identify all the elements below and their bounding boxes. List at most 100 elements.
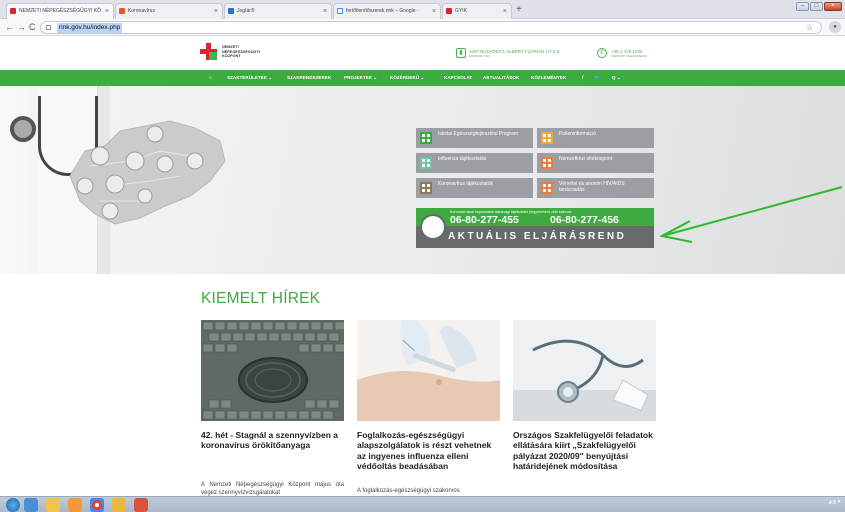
forward-button[interactable]: →: [17, 21, 26, 33]
news-title[interactable]: Foglalkozás-egészségügyi alapszolgálatok…: [357, 430, 500, 471]
nav-szakrendszerek[interactable]: SZAKRENDSZEREK: [287, 70, 331, 86]
speaker-icon[interactable]: ◢: [828, 499, 831, 504]
close-icon[interactable]: ×: [503, 4, 507, 19]
virus-icon: [422, 216, 444, 238]
phone-caption: KÖZPONTI TELEFONSZÁM: [611, 54, 647, 58]
logo-line: KÖZPONT: [222, 54, 241, 59]
menu-iskolai-egeszsegfejlesztes[interactable]: Iskolai Egészségfejlesztési Program: [416, 128, 533, 148]
window-controls: – □ ×: [796, 2, 842, 11]
maximize-button[interactable]: □: [810, 2, 823, 11]
phone-icon: ✆: [597, 48, 607, 58]
news-title[interactable]: Országos Szakfelügyelői feladatok ellátá…: [513, 430, 656, 471]
home-icon[interactable]: ⌂: [209, 70, 212, 86]
menu-label: Koronavírus tájékoztatók: [438, 181, 494, 187]
hotline-number-1[interactable]: 06-80-277-455: [450, 214, 519, 226]
news-image-vaccination[interactable]: [357, 320, 500, 421]
tab-google-search[interactable]: fertőtlenítőszerek nnk – Google · ×: [333, 3, 441, 19]
stethoscope-icon: [10, 116, 36, 142]
tab-nnk[interactable]: NEMZETI NÉPEGÉSZSÉGÜGYI KÖ ×: [6, 3, 114, 19]
grid-icon: [420, 132, 432, 144]
system-tray[interactable]: ◢ ▥ ⚑: [828, 499, 841, 505]
nav-kozerdeku[interactable]: KÖZÉRDEKŰ ⌄: [390, 70, 424, 86]
procedure-label: AKTUÁLIS ELJÁRÁSREND: [448, 231, 627, 242]
os-taskbar: ◢ ▥ ⚑: [0, 496, 845, 512]
profile-avatar[interactable]: ●: [829, 21, 841, 33]
menu-polleninformacio[interactable]: Polleninformáció: [537, 128, 654, 148]
paint-icon[interactable]: [112, 498, 126, 512]
tab-strip: NEMZETI NÉPEGÉSZSÉGÜGYI KÖ × Koronavírus…: [0, 0, 845, 19]
nav-projektek[interactable]: PROJEKTEK ⌄: [344, 70, 377, 86]
menu-label: Iskolai Egészségfejlesztési Program: [438, 131, 519, 137]
tab-jogtar[interactable]: Jogtár® ×: [224, 3, 332, 19]
site-logo-text[interactable]: NEMZETI NÉPEGÉSZSÉGÜGYI KÖZPONT: [222, 45, 282, 59]
back-button[interactable]: ←: [5, 21, 14, 33]
tab-label: Koronavírus: [128, 8, 155, 14]
menu-koronavirus-tajekoztatok[interactable]: Koronavírus tájékoztatók: [416, 178, 533, 198]
hero-banner: Iskolai Egészségfejlesztési Program Poll…: [0, 86, 845, 274]
reload-button[interactable]: C: [29, 21, 36, 33]
nav-kapcsolat[interactable]: KAPCSOLAT: [444, 70, 472, 86]
media-player-icon[interactable]: [68, 498, 82, 512]
grid-icon: [541, 132, 553, 144]
flag-icon[interactable]: ⚑: [837, 499, 841, 504]
menu-label: Nemzetközi oltóközpont: [559, 156, 613, 162]
news-image-stethoscope[interactable]: [513, 320, 656, 421]
address-caption: KÖZPONTI CÍM: [469, 54, 490, 58]
news-heading: KIEMELT HÍREK: [201, 290, 321, 307]
address-bar[interactable]: nnk.gov.hu/index.php ☆: [40, 21, 822, 34]
nnk-favicon-icon: [10, 8, 16, 14]
close-icon[interactable]: ×: [105, 4, 109, 19]
tab-label: GYIK: [455, 8, 467, 14]
google-favicon-icon: [337, 8, 343, 14]
nnk-logo-icon[interactable]: [200, 43, 217, 60]
tab-gyik[interactable]: GYIK ×: [442, 3, 512, 19]
news-title[interactable]: 42. hét - Stagnál a szennyvízben a koron…: [201, 430, 344, 451]
news-image-manhole[interactable]: [201, 320, 344, 421]
facebook-icon[interactable]: f: [582, 70, 584, 86]
site-header: NEMZETI NÉPEGÉSZSÉGÜGYI KÖZPONT ▮ 1097 B…: [0, 37, 845, 70]
phone-info[interactable]: +36 1 476 1100 KÖZPONTI TELEFONSZÁM: [611, 49, 647, 59]
tab-label: NEMZETI NÉPEGÉSZSÉGÜGYI KÖ: [19, 8, 101, 14]
nnk-favicon-icon: [446, 8, 452, 14]
nav-szakteruletek[interactable]: SZAKTERÜLETEK ⌄: [227, 70, 272, 86]
grid-icon: [420, 182, 432, 194]
close-icon[interactable]: ×: [432, 4, 436, 19]
chrome-icon[interactable]: [90, 498, 104, 512]
new-tab-button[interactable]: +: [516, 5, 522, 15]
procedure-button[interactable]: AKTUÁLIS ELJÁRÁSREND: [416, 216, 654, 248]
grid-icon: [541, 157, 553, 169]
ie-icon[interactable]: [24, 498, 38, 512]
twitter-icon[interactable]: 🐦: [594, 70, 600, 86]
close-icon[interactable]: ×: [323, 4, 327, 19]
news-excerpt: A foglalkozás-egészségügyi szakorvos: [357, 488, 460, 494]
minimize-button[interactable]: –: [796, 2, 809, 11]
hungary-map-illustration: [69, 120, 226, 225]
folder-icon[interactable]: [46, 498, 60, 512]
nav-aktualitasok[interactable]: AKTUALITÁSOK: [483, 70, 519, 86]
url-text[interactable]: nnk.gov.hu/index.php: [57, 23, 123, 33]
start-button[interactable]: [6, 498, 20, 512]
jogtar-favicon-icon: [228, 8, 234, 14]
news-excerpt: A Nemzeti Népegészségügyi Központ május …: [201, 482, 344, 496]
browser-toolbar: ← → C nnk.gov.hu/index.php ☆ ●: [0, 19, 845, 36]
hotline-number-2[interactable]: 06-80-277-456: [550, 214, 619, 226]
lock-icon: [46, 25, 51, 30]
grid-icon: [541, 182, 553, 194]
menu-influenza-tajekoztatas[interactable]: Influenza tájékoztatás: [416, 153, 533, 173]
window-close-button[interactable]: ×: [824, 2, 842, 11]
virus-favicon-icon: [119, 8, 125, 14]
tab-koronavirus[interactable]: Koronavírus ×: [115, 3, 223, 19]
browser-window: NEMZETI NÉPEGÉSZSÉGÜGYI KÖ × Koronavírus…: [0, 0, 845, 512]
building-icon: ▮: [456, 48, 466, 58]
menu-label: Influenza tájékoztatás: [438, 156, 487, 162]
hotline-banner[interactable]: Koronavírussal kapcsolatos lakossági táj…: [416, 208, 654, 226]
powerpoint-icon[interactable]: [134, 498, 148, 512]
tab-label: fertőtlenítőszerek nnk – Google ·: [346, 8, 419, 14]
nav-kozlemenyek[interactable]: KÖZLEMÉNYEK: [531, 70, 566, 86]
close-icon[interactable]: ×: [214, 4, 218, 19]
menu-vervetel-hiv[interactable]: Vérvétel és anonim HIV/AIDS tanácsadás: [537, 178, 654, 198]
search-icon[interactable]: Q ⌄: [612, 70, 621, 86]
bookmark-star-icon[interactable]: ☆: [806, 22, 813, 33]
menu-nemzetkozi-oltokozpont[interactable]: Nemzetközi oltóközpont: [537, 153, 654, 173]
network-icon[interactable]: ▥: [833, 499, 837, 504]
